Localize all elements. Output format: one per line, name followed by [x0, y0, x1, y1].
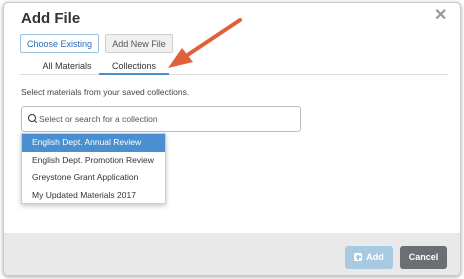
dialog-title: Add File: [21, 10, 81, 27]
add-button[interactable]: Add: [345, 246, 393, 269]
collection-search-select[interactable]: Select or search for a collection: [21, 106, 301, 132]
material-sub-tabs: All Materials Collections: [20, 59, 448, 75]
sub-tab-all-materials[interactable]: All Materials: [32, 59, 102, 74]
collection-option[interactable]: English Dept. Annual Review: [22, 134, 165, 152]
tab-choose-existing[interactable]: Choose Existing: [20, 34, 99, 53]
search-icon: [28, 114, 36, 122]
collection-option[interactable]: English Dept. Promotion Review: [22, 152, 165, 170]
close-icon[interactable]: ✕: [434, 6, 447, 26]
collection-dropdown: English Dept. Annual Review English Dept…: [21, 133, 166, 204]
add-file-dialog: Add File ✕ Choose Existing Add New File …: [3, 2, 461, 276]
select-placeholder: Select or search for a collection: [39, 114, 158, 124]
collection-option[interactable]: Greystone Grant Application: [22, 169, 165, 187]
add-button-label: Add: [366, 252, 384, 262]
instructions-text: Select materials from your saved collect…: [21, 87, 190, 97]
sub-tab-collections[interactable]: Collections: [99, 59, 169, 75]
cancel-button[interactable]: Cancel: [400, 246, 447, 269]
plus-square-icon: [354, 253, 363, 261]
tab-add-new-file[interactable]: Add New File: [105, 34, 173, 53]
dialog-footer: Add Cancel: [4, 233, 460, 275]
collection-option[interactable]: My Updated Materials 2017: [22, 187, 165, 205]
